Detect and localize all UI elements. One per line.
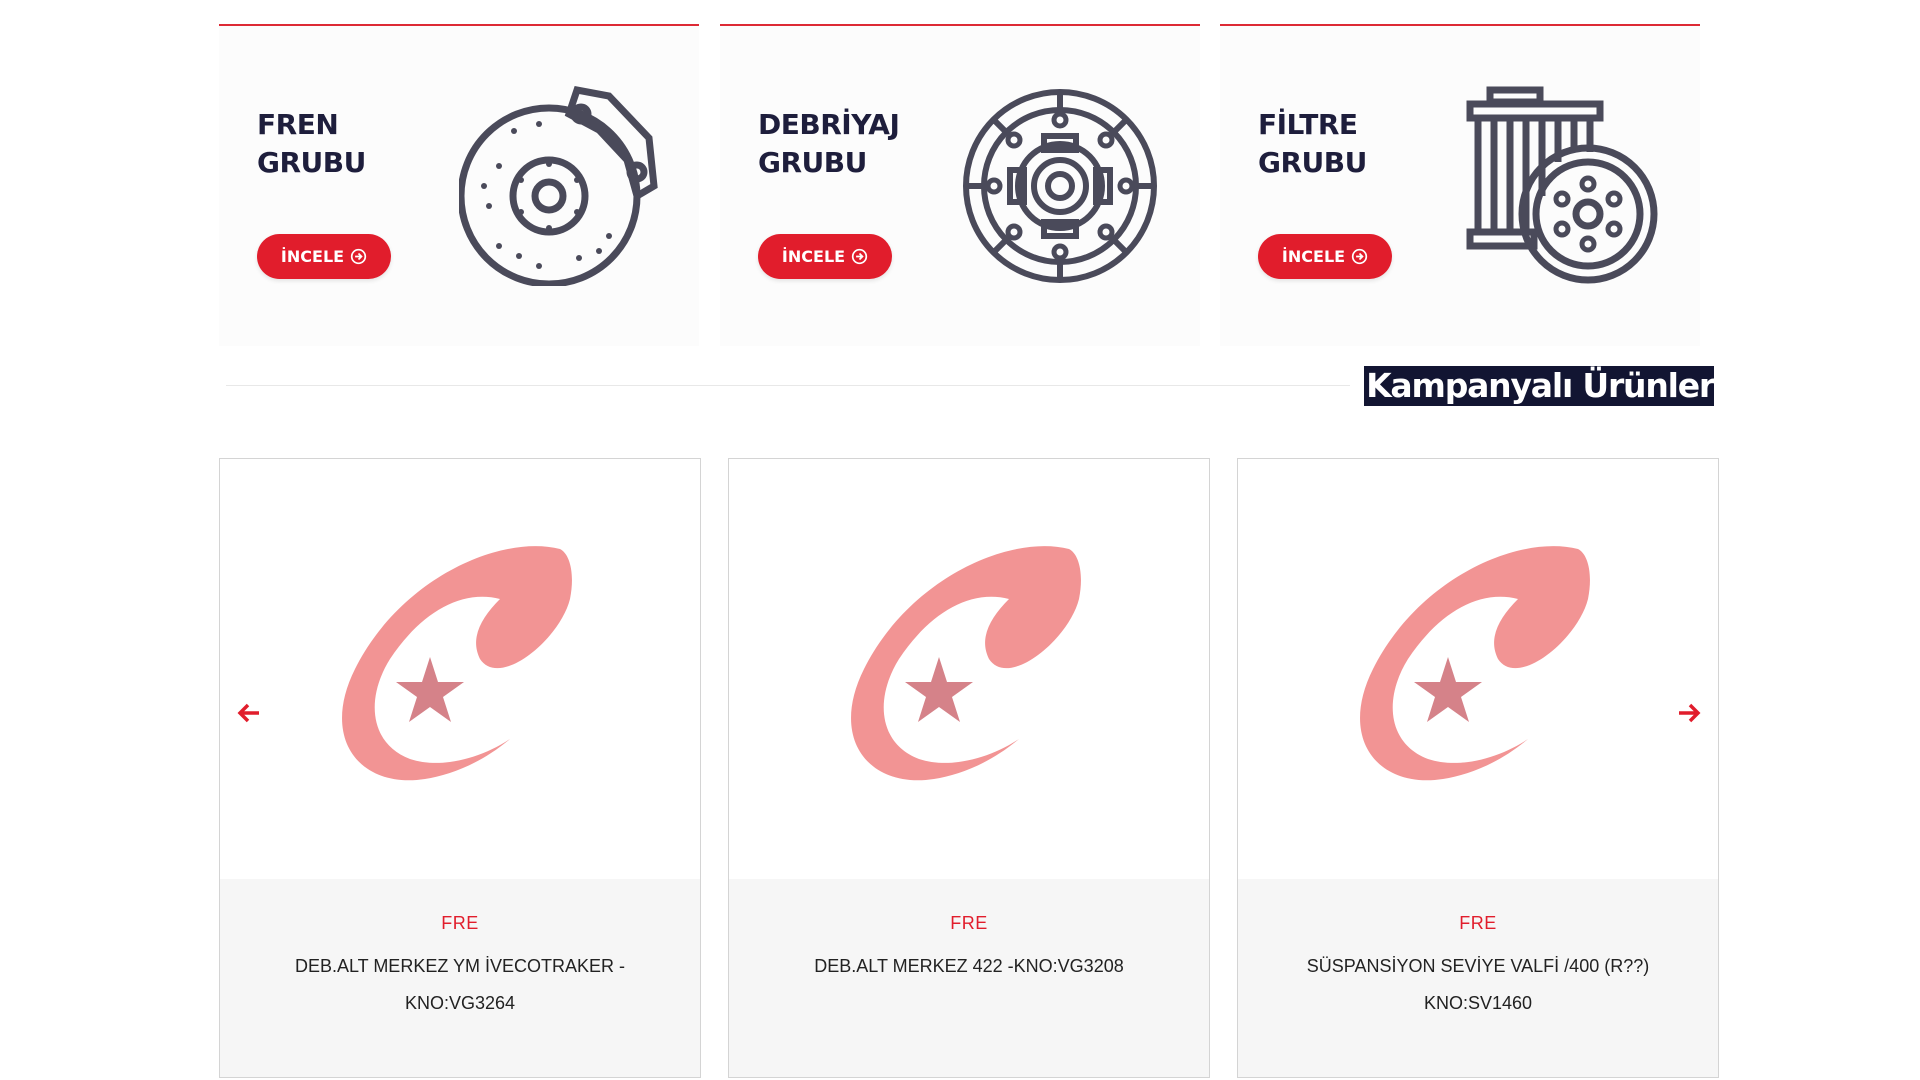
product-card[interactable]: FRE DEB.ALT MERKEZ YM İVECOTRAKER - KNO:… — [219, 458, 701, 1078]
product-name[interactable]: SÜSPANSİYON SEVİYE VALFİ /400 (R??) KNO:… — [1268, 948, 1688, 1022]
product-info: FRE DEB.ALT MERKEZ YM İVECOTRAKER - KNO:… — [220, 879, 700, 1077]
product-image[interactable] — [220, 459, 700, 879]
arrow-right-icon — [1679, 703, 1701, 723]
category-card-filtre: FİLTRE GRUBU İNCELE — [1220, 24, 1700, 346]
incele-button-fren[interactable]: İNCELE — [257, 234, 391, 279]
incele-button-debriyaj[interactable]: İNCELE — [758, 234, 892, 279]
circle-arrow-right-icon — [350, 248, 367, 265]
slider-prev-button[interactable] — [220, 680, 278, 746]
product-image[interactable] — [1238, 459, 1718, 879]
button-label: İNCELE — [280, 247, 345, 266]
brand-logo-icon — [1360, 546, 1590, 781]
section-title: Kampanyalı Ürünler — [1364, 366, 1715, 406]
product-brand: FRE — [950, 913, 988, 933]
circle-arrow-right-icon — [1351, 248, 1368, 265]
product-image[interactable] — [729, 459, 1209, 879]
button-label: İNCELE — [1281, 247, 1346, 266]
category-title: FİLTRE GRUBU — [1258, 108, 1367, 179]
incele-button-filtre[interactable]: İNCELE — [1258, 234, 1392, 279]
product-info: FRE SÜSPANSİYON SEVİYE VALFİ /400 (R??) … — [1238, 879, 1718, 1077]
brand-logo-icon — [342, 546, 572, 781]
brake-disc-icon — [459, 86, 658, 286]
product-brand: FRE — [441, 913, 479, 933]
arrow-left-icon — [237, 703, 259, 723]
button-label: İNCELE — [781, 247, 846, 266]
product-card[interactable]: FRE DEB.ALT MERKEZ 422 -KNO:VG3208 — [728, 458, 1210, 1078]
slider-next-button[interactable] — [1660, 680, 1718, 746]
product-brand: FRE — [1459, 913, 1497, 933]
category-title: FREN GRUBU — [257, 108, 366, 179]
category-title: DEBRİYAJ GRUBU — [758, 108, 900, 179]
product-name[interactable]: DEB.ALT MERKEZ 422 -KNO:VG3208 — [759, 948, 1179, 985]
brand-logo-icon — [851, 546, 1081, 781]
product-info: FRE DEB.ALT MERKEZ 422 -KNO:VG3208 — [729, 879, 1209, 1077]
product-name[interactable]: DEB.ALT MERKEZ YM İVECOTRAKER - KNO:VG32… — [250, 948, 670, 1022]
filter-icon — [1466, 86, 1658, 284]
circle-arrow-right-icon — [851, 248, 868, 265]
category-card-fren: FREN GRUBU İNCELE — [219, 24, 699, 346]
product-card[interactable]: FRE SÜSPANSİYON SEVİYE VALFİ /400 (R??) … — [1237, 458, 1719, 1078]
section-divider — [226, 385, 1350, 386]
category-card-debriyaj: DEBRİYAJ GRUBU İNCELE — [720, 24, 1200, 346]
clutch-disc-icon — [963, 89, 1157, 283]
